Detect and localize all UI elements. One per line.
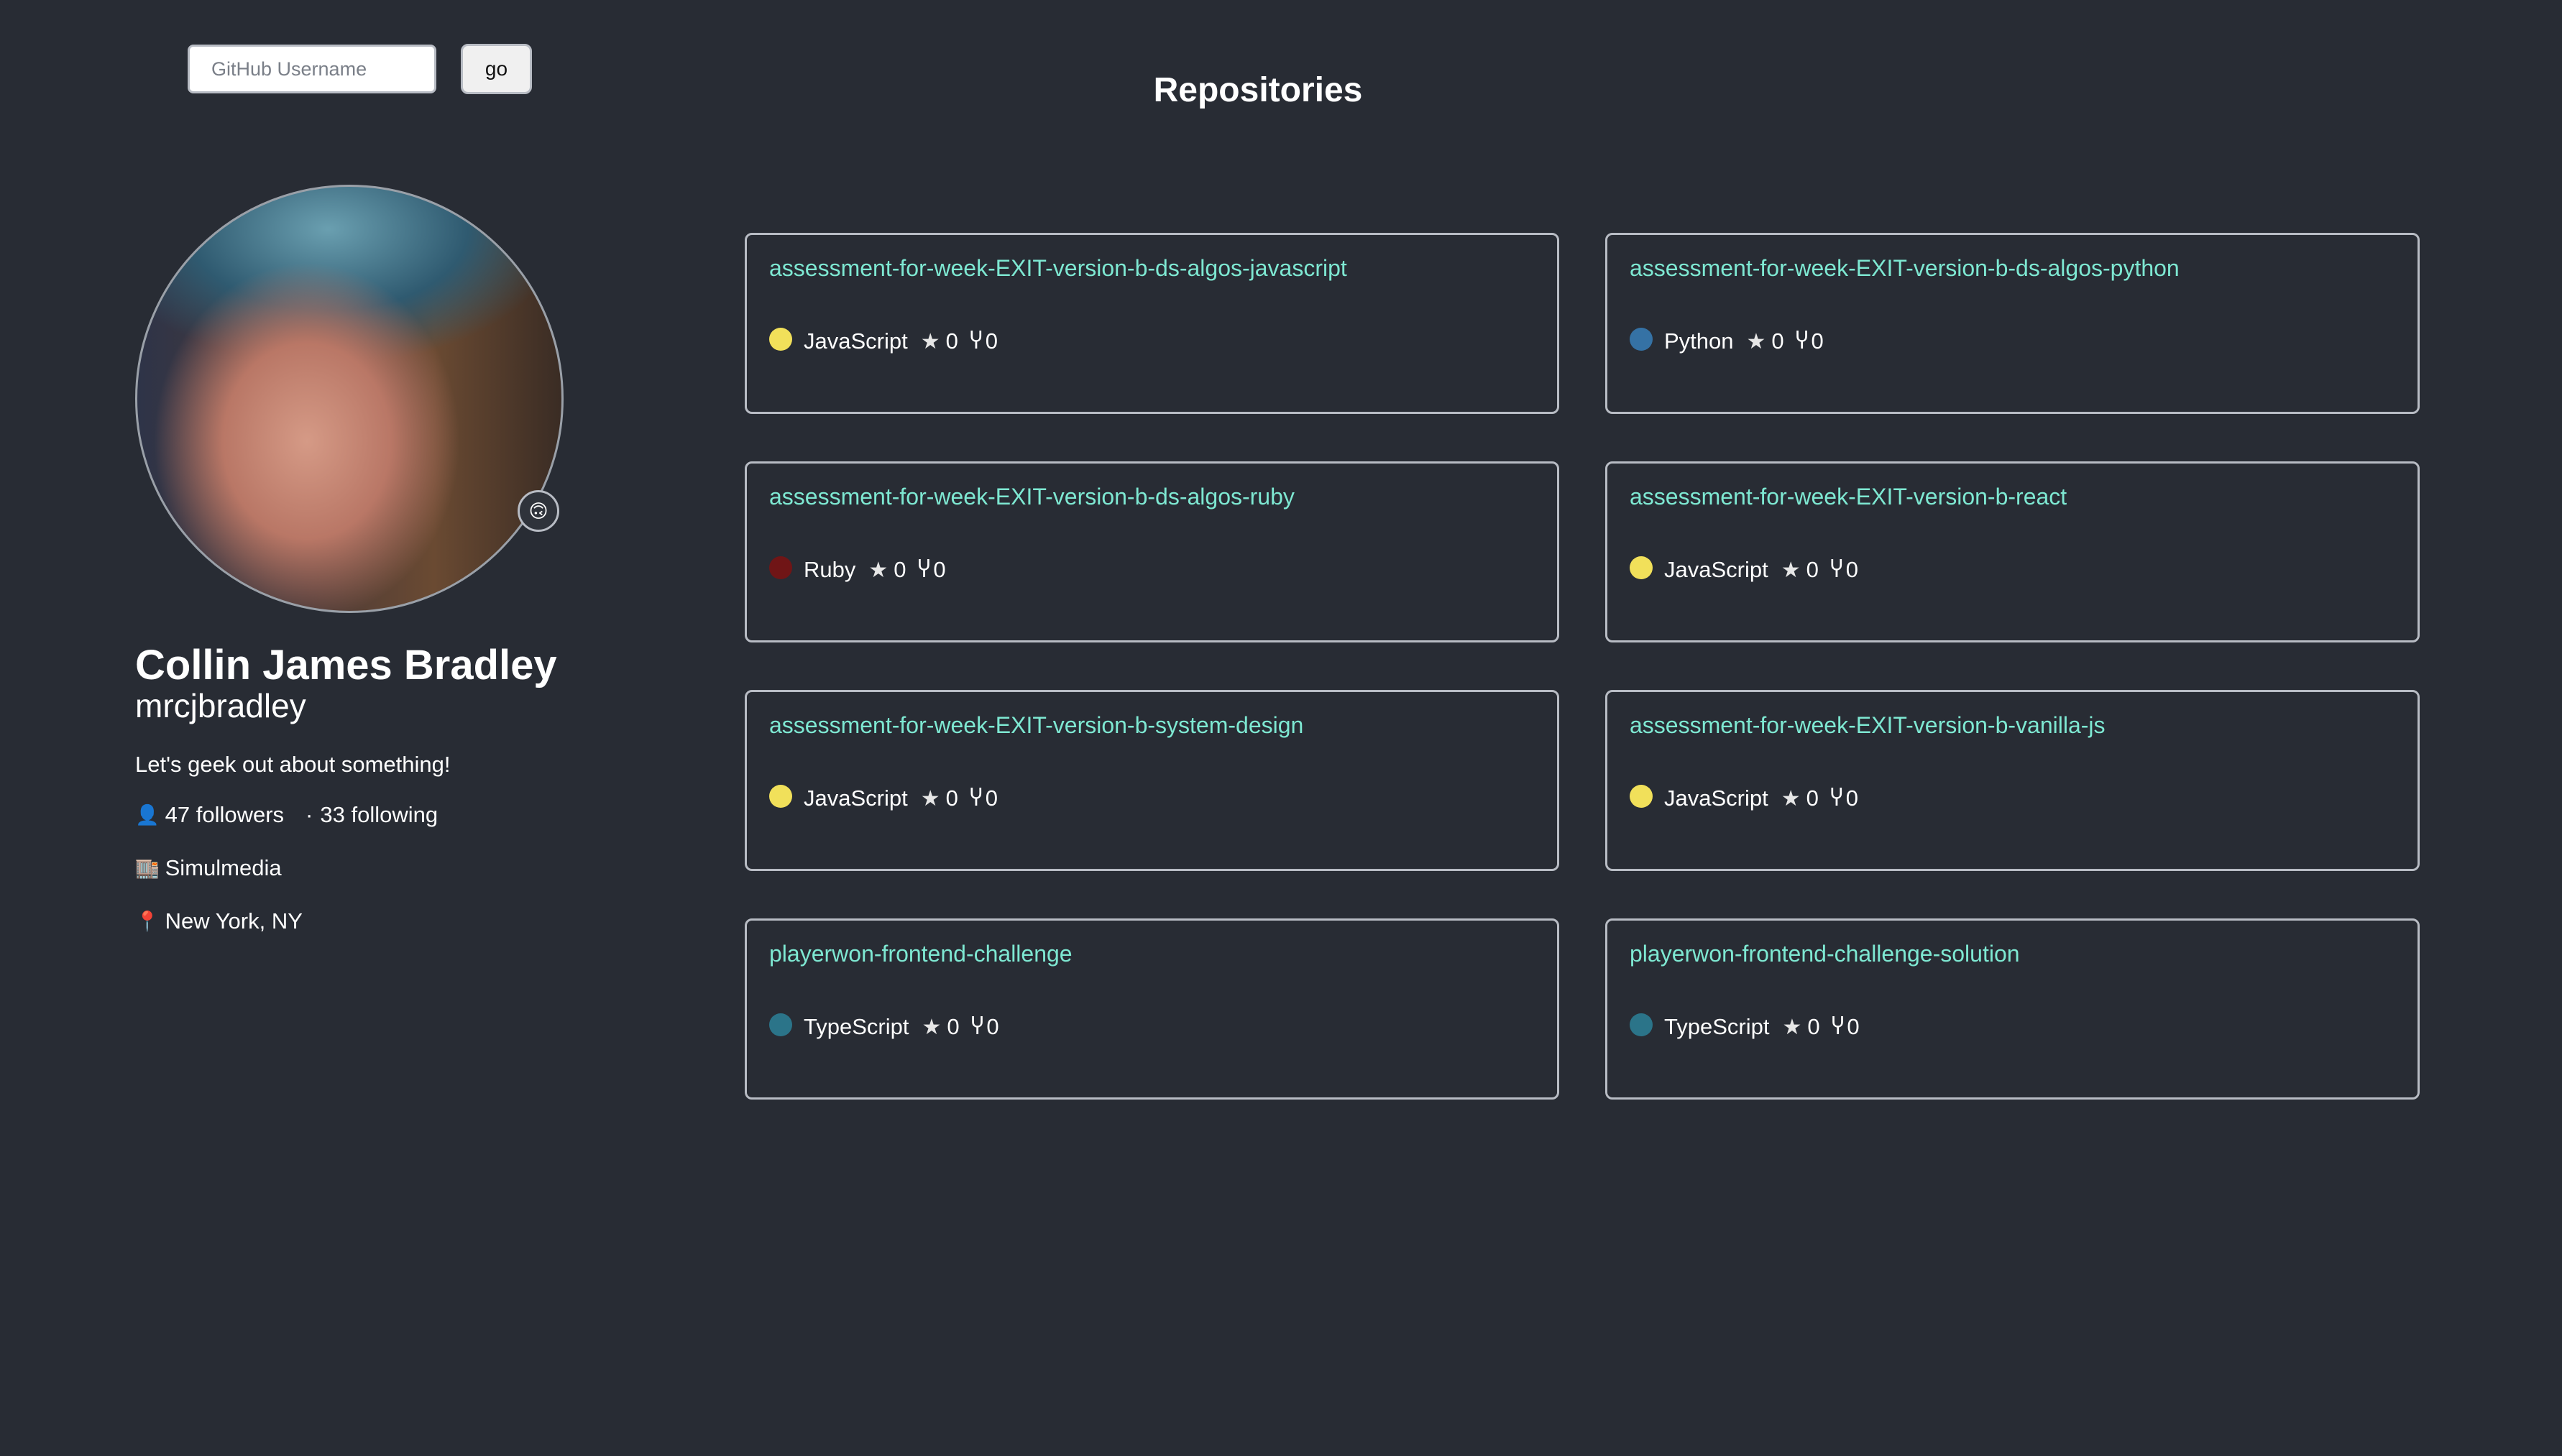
repo-language: JavaScript [804, 328, 908, 354]
repo-name-link[interactable]: assessment-for-week-EXIT-version-b-ds-al… [769, 484, 1535, 510]
repo-card: assessment-for-week-EXIT-version-b-ds-al… [745, 233, 1559, 414]
fork-icon: Ⴤ [970, 1014, 984, 1040]
fork-icon: Ⴤ [1831, 1014, 1845, 1040]
profile-bio: Let's geek out about something! [135, 752, 451, 777]
go-button[interactable]: go [461, 44, 532, 94]
repo-card: assessment-for-week-EXIT-version-b-ds-al… [1605, 233, 2420, 414]
pin-icon: 📍 [135, 911, 160, 932]
repo-language: JavaScript [1664, 557, 1768, 582]
fork-icon: Ⴤ [1829, 557, 1843, 583]
repo-meta: TypeScript ★ 0 Ⴤ 0 [1630, 1013, 1860, 1040]
repo-meta: Ruby ★ 0 Ⴤ 0 [769, 556, 946, 583]
fork-icon: Ⴤ [969, 785, 983, 811]
star-icon: ★ [922, 1015, 942, 1039]
profile-username: mrcjbradley [135, 687, 306, 724]
star-icon: ★ [1782, 1015, 1802, 1039]
repo-language: Ruby [804, 557, 856, 582]
fork-count: 0 [986, 1014, 999, 1039]
repo-name-link[interactable]: assessment-for-week-EXIT-version-b-ds-al… [1630, 255, 2395, 282]
github-username-input[interactable] [188, 45, 436, 93]
follow-stats: 👤 47 followers · 33 following [135, 802, 438, 828]
fork-count: 0 [1811, 328, 1824, 354]
repo-language: Python [1664, 328, 1734, 354]
star-count: 0 [1771, 328, 1784, 354]
repo-meta: Python ★ 0 Ⴤ 0 [1630, 328, 1824, 354]
star-icon: ★ [920, 329, 940, 354]
fork-count: 0 [933, 557, 946, 582]
repo-language: TypeScript [804, 1014, 909, 1039]
followers-count[interactable]: 47 followers [165, 802, 284, 828]
star-icon: ★ [868, 558, 889, 582]
separator-dot: · [306, 802, 313, 827]
language-color-dot [1630, 785, 1653, 808]
repositories-heading: Repositories [1153, 71, 1363, 109]
star-count: 0 [1806, 557, 1819, 582]
repo-card: assessment-for-week-EXIT-version-b-react… [1605, 461, 2420, 642]
location-row: 📍 New York, NY [135, 908, 303, 934]
repo-name-link[interactable]: playerwon-frontend-challenge-solution [1630, 941, 2395, 967]
repo-grid: assessment-for-week-EXIT-version-b-ds-al… [745, 233, 2421, 1100]
language-color-dot [769, 1013, 792, 1036]
repo-card: assessment-for-week-EXIT-version-b-syste… [745, 690, 1559, 871]
fork-icon: Ⴤ [1829, 785, 1843, 811]
fork-count: 0 [1845, 557, 1858, 582]
fork-icon: Ⴤ [969, 328, 983, 354]
language-color-dot [1630, 1013, 1653, 1036]
repo-meta: JavaScript ★ 0 Ⴤ 0 [1630, 556, 1858, 583]
repo-meta: JavaScript ★ 0 Ⴤ 0 [1630, 785, 1858, 811]
star-icon: ★ [1781, 786, 1801, 811]
company-row: 🏬 Simulmedia [135, 855, 282, 881]
app-root: go Repositories 🙃 Collin James Bradley m… [0, 0, 2562, 1456]
fork-count: 0 [985, 785, 998, 811]
star-icon: ★ [1746, 329, 1766, 354]
building-icon: 🏬 [135, 857, 160, 879]
repo-meta: JavaScript ★ 0 Ⴤ 0 [769, 328, 998, 354]
star-icon: ★ [1781, 558, 1801, 582]
star-icon: ★ [920, 786, 940, 811]
language-color-dot [769, 785, 792, 808]
star-count: 0 [945, 328, 958, 354]
status-emoji-badge[interactable]: 🙃 [518, 490, 559, 532]
repo-name-link[interactable]: assessment-for-week-EXIT-version-b-vanil… [1630, 712, 2395, 739]
star-count: 0 [947, 1014, 960, 1039]
star-count: 0 [1806, 785, 1819, 811]
repo-language: TypeScript [1664, 1014, 1770, 1039]
avatar [135, 185, 564, 613]
profile-full-name: Collin James Bradley [135, 642, 557, 688]
language-color-dot [769, 328, 792, 351]
repo-card: assessment-for-week-EXIT-version-b-ds-al… [745, 461, 1559, 642]
repo-meta: JavaScript ★ 0 Ⴤ 0 [769, 785, 998, 811]
repo-card: assessment-for-week-EXIT-version-b-vanil… [1605, 690, 2420, 871]
repo-meta: TypeScript ★ 0 Ⴤ 0 [769, 1013, 999, 1040]
repo-name-link[interactable]: assessment-for-week-EXIT-version-b-syste… [769, 712, 1535, 739]
fork-count: 0 [1845, 785, 1858, 811]
star-count: 0 [894, 557, 906, 582]
repo-card: playerwon-frontend-challenge-solution Typ… [1605, 918, 2420, 1100]
repo-name-link[interactable]: assessment-for-week-EXIT-version-b-react [1630, 484, 2395, 510]
star-count: 0 [1807, 1014, 1820, 1039]
language-color-dot [769, 556, 792, 579]
repo-card: playerwon-frontend-challenge TypeScript ★ 0… [745, 918, 1559, 1100]
repo-language: JavaScript [804, 785, 908, 811]
fork-icon: Ⴤ [1795, 328, 1809, 354]
star-count: 0 [945, 785, 958, 811]
repo-name-link[interactable]: playerwon-frontend-challenge [769, 941, 1535, 967]
fork-count: 0 [985, 328, 998, 354]
repo-name-link[interactable]: assessment-for-week-EXIT-version-b-ds-al… [769, 255, 1535, 282]
following-count[interactable]: 33 following [320, 802, 438, 828]
fork-icon: Ⴤ [917, 557, 931, 583]
company-name: Simulmedia [165, 855, 282, 880]
location-text: New York, NY [165, 908, 303, 934]
language-color-dot [1630, 328, 1653, 351]
fork-count: 0 [1847, 1014, 1860, 1039]
person-icon: 👤 [135, 804, 160, 826]
language-color-dot [1630, 556, 1653, 579]
repo-language: JavaScript [1664, 785, 1768, 811]
